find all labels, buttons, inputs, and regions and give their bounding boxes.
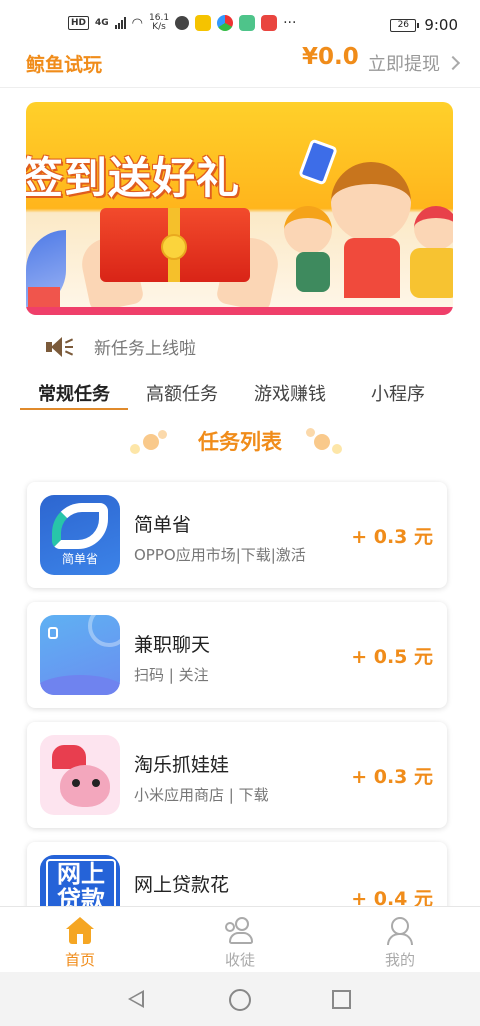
character-body-illustration — [410, 248, 453, 298]
task-name: 网上贷款花 — [134, 874, 230, 896]
balance-amount: ¥0.0 — [302, 44, 359, 70]
main-content: 签到送好礼 新任务上线啦 常规任务 高额任务 游戏赚钱 小程序 任务列表 简单省… — [0, 88, 480, 906]
recent-apps-icon[interactable] — [332, 990, 351, 1009]
notice-text: 新任务上线啦 — [94, 339, 196, 359]
profile-icon — [385, 917, 415, 945]
task-card[interactable]: 简单省 简单省 OPPO应用市场|下载|激活 + 0.3 元 — [27, 482, 447, 588]
jiandansheng-app-icon: 简单省 — [40, 495, 120, 575]
decor-dot — [306, 428, 315, 437]
checkin-banner[interactable]: 签到送好礼 — [26, 102, 453, 315]
status-bar-indicators: HD 4G ◠ 16.1 K/s ··· — [68, 14, 296, 32]
task-tabs: 常规任务 高额任务 游戏赚钱 小程序 — [20, 376, 460, 410]
task-card[interactable]: 兼职聊天 扫码 | 关注 + 0.5 元 — [27, 602, 447, 708]
pot-decoration — [28, 287, 60, 307]
tab-game-earnings[interactable]: 游戏赚钱 — [236, 376, 344, 410]
app-title: 鲸鱼试玩 — [26, 54, 103, 76]
network-speed: 16.1 K/s — [149, 14, 169, 32]
tab-high-value-tasks[interactable]: 高额任务 — [128, 376, 236, 410]
app-icon-label: 网上贷款 — [46, 859, 116, 906]
back-icon[interactable] — [128, 990, 144, 1008]
task-card[interactable]: 淘乐抓娃娃 小米应用商店 | 下载 + 0.3 元 — [27, 722, 447, 828]
app-icon-label: 简单省 — [61, 552, 98, 566]
notification-app-icon — [261, 15, 278, 31]
tab-mini-programs[interactable]: 小程序 — [344, 376, 452, 410]
more-notifications-icon: ··· — [283, 15, 297, 31]
task-name: 淘乐抓娃娃 — [134, 754, 230, 776]
claw-doll-app-icon — [40, 735, 120, 815]
nav-apprentice[interactable]: 收徒 — [160, 907, 320, 972]
nav-profile[interactable]: 我的 — [320, 907, 480, 972]
task-description: 小米应用商店 | 下载 — [134, 786, 269, 804]
nav-profile-label: 我的 — [384, 951, 415, 969]
chevron-right-icon — [445, 55, 461, 71]
notification-app-icon — [239, 15, 256, 31]
bottom-navigation: 首页 收徒 我的 — [0, 906, 480, 972]
tab-regular-tasks[interactable]: 常规任务 — [20, 376, 128, 410]
withdraw-label: 立即提现 — [368, 54, 440, 75]
hd-indicator: HD — [68, 16, 90, 30]
system-navigation-bar — [0, 972, 480, 1026]
notification-app-icon — [175, 16, 190, 30]
wifi-icon: ◠ — [131, 15, 144, 31]
red-envelope-illustration — [100, 208, 250, 282]
task-reward: + 0.4 元 — [351, 888, 433, 906]
status-bar-right: 26 9:00 — [390, 16, 458, 34]
task-description: OPPO应用市场|下载|激活 — [134, 546, 306, 564]
speaker-icon — [44, 335, 74, 359]
banner-bottom-stripe — [26, 307, 453, 315]
character-illustration — [284, 206, 332, 254]
nav-home[interactable]: 首页 — [0, 907, 160, 972]
task-list-title: 任务列表 — [198, 430, 282, 454]
signal-icon — [114, 17, 126, 29]
task-reward: + 0.3 元 — [351, 766, 433, 788]
coin-icon — [161, 234, 187, 260]
task-name: 兼职聊天 — [134, 634, 211, 656]
notification-app-icon — [217, 15, 234, 31]
task-card[interactable]: 网上贷款 网上贷款花 + 0.4 元 — [27, 842, 447, 906]
decor-dot — [332, 444, 342, 454]
task-list-header: 任务列表 — [0, 424, 480, 464]
decor-dot — [314, 434, 330, 450]
character-illustration — [414, 206, 453, 250]
speed-unit: K/s — [152, 22, 166, 32]
phone-illustration — [298, 138, 338, 186]
chat-app-icon — [40, 615, 120, 695]
status-bar: HD 4G ◠ 16.1 K/s ··· 26 9:00 — [0, 0, 480, 40]
character-illustration — [331, 162, 411, 242]
notice-bar[interactable]: 新任务上线啦 — [44, 334, 196, 359]
task-reward: + 0.3 元 — [351, 526, 433, 548]
people-icon — [225, 917, 255, 945]
notification-app-icon — [195, 15, 212, 31]
character-body-illustration — [296, 252, 330, 292]
battery-icon: 26 — [390, 18, 420, 32]
task-description: 扫码 | 关注 — [134, 666, 209, 684]
loan-app-icon: 网上贷款 — [40, 855, 120, 906]
nav-home-label: 首页 — [64, 951, 95, 969]
character-body-illustration — [344, 238, 400, 298]
home-circle-icon[interactable] — [229, 989, 251, 1011]
banner-headline: 签到送好礼 — [26, 154, 240, 204]
nav-apprentice-label: 收徒 — [224, 951, 255, 969]
home-icon — [65, 917, 95, 945]
task-name: 简单省 — [134, 514, 192, 536]
app-header: 鲸鱼试玩 ¥0.0 立即提现 — [0, 40, 480, 88]
clock: 9:00 — [424, 16, 458, 34]
withdraw-button[interactable]: 立即提现 — [368, 50, 461, 76]
network-type: 4G — [95, 18, 109, 28]
task-reward: + 0.5 元 — [351, 646, 433, 668]
